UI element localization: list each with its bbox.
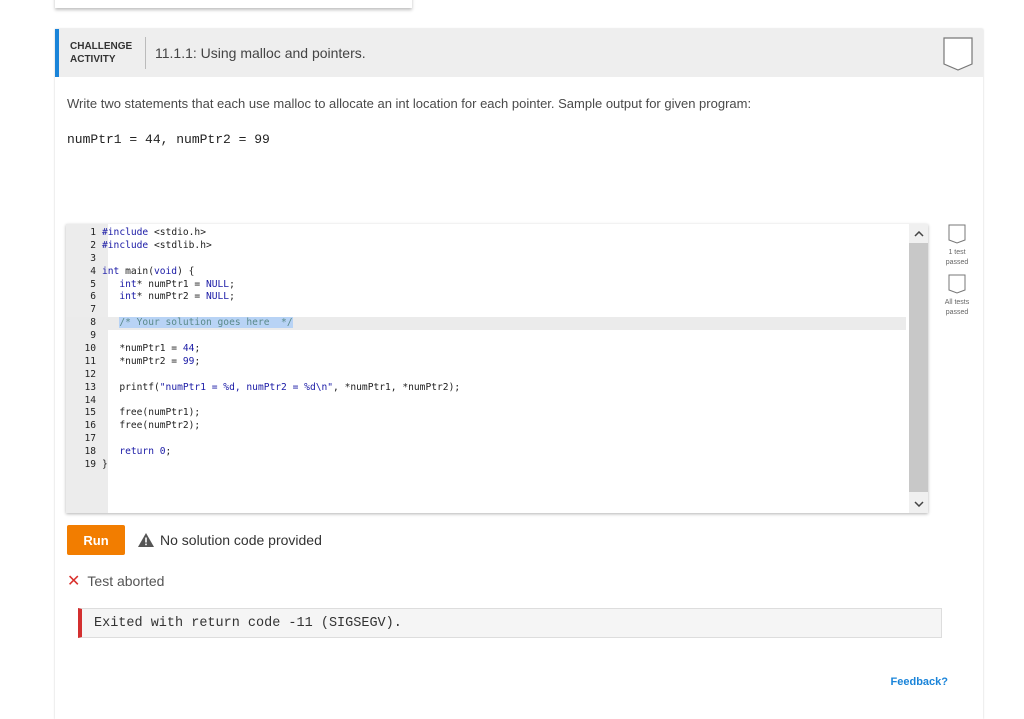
- challenge-activity-card: CHALLENGE ACTIVITY 11.1.1: Using malloc …: [55, 29, 983, 719]
- code-line[interactable]: 13 printf("numPtr1 = %d, numPtr2 = %d\n"…: [66, 382, 906, 395]
- line-number: 4: [90, 265, 96, 277]
- code-line[interactable]: 19}: [66, 459, 906, 472]
- run-button[interactable]: Run: [67, 525, 125, 555]
- test-item-2: All tests passed: [939, 274, 975, 318]
- line-number: 12: [84, 368, 96, 380]
- code-text[interactable]: free(numPtr2);: [102, 420, 200, 433]
- line-number: 5: [90, 278, 96, 290]
- line-number: 18: [84, 446, 96, 458]
- code-line[interactable]: 3: [66, 253, 906, 266]
- code-line[interactable]: 10 *numPtr1 = 44;: [66, 343, 906, 356]
- feedback-link[interactable]: Feedback?: [891, 676, 948, 688]
- code-line[interactable]: 9: [66, 330, 906, 343]
- code-line[interactable]: 4 int main(void) {: [66, 266, 906, 279]
- line-number: 15: [84, 407, 96, 419]
- line-number: 10: [84, 343, 96, 355]
- scroll-thumb[interactable]: [909, 243, 928, 492]
- code-line[interactable]: 15 free(numPtr1);: [66, 407, 906, 420]
- activity-type-label: CHALLENGE ACTIVITY: [59, 40, 145, 66]
- header-divider: [145, 37, 146, 69]
- previous-card: [55, 0, 412, 8]
- code-text[interactable]: int* numPtr2 = NULL;: [102, 291, 235, 304]
- activity-header: CHALLENGE ACTIVITY 11.1.1: Using malloc …: [55, 29, 983, 77]
- code-line[interactable]: 8 /* Your solution goes here */: [66, 317, 906, 331]
- test-label: passed: [945, 309, 969, 316]
- code-line[interactable]: 11 *numPtr2 = 99;: [66, 356, 906, 369]
- warning-message: No solution code provided: [137, 532, 322, 548]
- test-status: 1 test passed All tests passed: [939, 224, 975, 324]
- code-text[interactable]: }: [102, 459, 108, 472]
- close-x-icon: ✕: [67, 573, 81, 590]
- chevron-up-icon[interactable]: [909, 224, 928, 243]
- label-line-2: ACTIVITY: [70, 54, 116, 65]
- result-text: Test aborted: [87, 573, 165, 589]
- line-number: 8: [90, 317, 96, 329]
- code-text[interactable]: *numPtr2 = 99;: [102, 356, 200, 369]
- code-line[interactable]: 2 #include <stdlib.h>: [66, 240, 906, 253]
- instructions: Write two statements that each use mallo…: [67, 96, 752, 111]
- code-line[interactable]: 14: [66, 395, 906, 408]
- sample-output: numPtr1 = 44, numPtr2 = 99: [67, 132, 270, 147]
- line-number: 9: [90, 330, 96, 342]
- line-number: 13: [84, 381, 96, 393]
- error-output: Exited with return code -11 (SIGSEGV).: [78, 608, 942, 638]
- code-line[interactable]: 12: [66, 369, 906, 382]
- code-editor[interactable]: 1 #include <stdio.h> 2 #include <stdlib.h> 3…: [66, 224, 928, 513]
- test-badge-icon: [948, 274, 966, 294]
- line-number: 16: [84, 420, 96, 432]
- line-number: 7: [90, 304, 96, 316]
- code-line[interactable]: 18 return 0;: [66, 446, 906, 459]
- chevron-down-icon[interactable]: [909, 494, 928, 513]
- code-text[interactable]: printf("numPtr1 = %d, numPtr2 = %d\n", *…: [102, 382, 460, 395]
- line-number: 11: [84, 355, 96, 367]
- test-item-1: 1 test passed: [939, 224, 975, 268]
- code-line[interactable]: 6 int* numPtr2 = NULL;: [66, 291, 906, 304]
- code-text[interactable]: free(numPtr1);: [102, 407, 200, 420]
- code-text[interactable]: int* numPtr1 = NULL;: [102, 279, 235, 292]
- code-text[interactable]: /* Your solution goes here */: [102, 317, 293, 330]
- code-line[interactable]: 16 free(numPtr2);: [66, 420, 906, 433]
- line-number: 1: [90, 227, 96, 238]
- code-line[interactable]: 1 #include <stdio.h>: [66, 227, 906, 240]
- warning-text: No solution code provided: [160, 532, 322, 548]
- code-line[interactable]: 7: [66, 304, 906, 317]
- run-row: Run No solution code provided: [67, 525, 322, 555]
- test-label: passed: [945, 259, 969, 266]
- code-text[interactable]: return 0;: [102, 446, 171, 459]
- line-number: 3: [90, 252, 96, 264]
- code-text[interactable]: #include <stdlib.h>: [102, 240, 212, 253]
- code-text[interactable]: *numPtr1 = 44;: [102, 343, 200, 356]
- activity-title: 11.1.1: Using malloc and pointers.: [155, 45, 366, 61]
- code-lines[interactable]: 1 #include <stdio.h> 2 #include <stdlib.h> 3…: [66, 227, 906, 472]
- label-line-1: CHALLENGE: [70, 41, 133, 52]
- test-label: All tests: [944, 299, 970, 306]
- scrollbar[interactable]: [909, 224, 928, 513]
- line-number: 6: [90, 291, 96, 303]
- code-text[interactable]: #include <stdio.h>: [102, 227, 206, 240]
- line-number: 2: [90, 239, 96, 251]
- warning-icon: [138, 533, 154, 547]
- test-result: ✕ Test aborted: [67, 571, 164, 591]
- line-number: 19: [84, 459, 96, 471]
- code-line[interactable]: 5 int* numPtr1 = NULL;: [66, 279, 906, 292]
- test-badge-icon: [948, 224, 966, 244]
- line-number: 14: [84, 394, 96, 406]
- completion-badge-icon: [943, 37, 973, 76]
- code-text[interactable]: int main(void) {: [102, 266, 194, 279]
- test-label: 1 test: [948, 249, 966, 256]
- code-line[interactable]: 17: [66, 433, 906, 446]
- line-number: 17: [84, 433, 96, 445]
